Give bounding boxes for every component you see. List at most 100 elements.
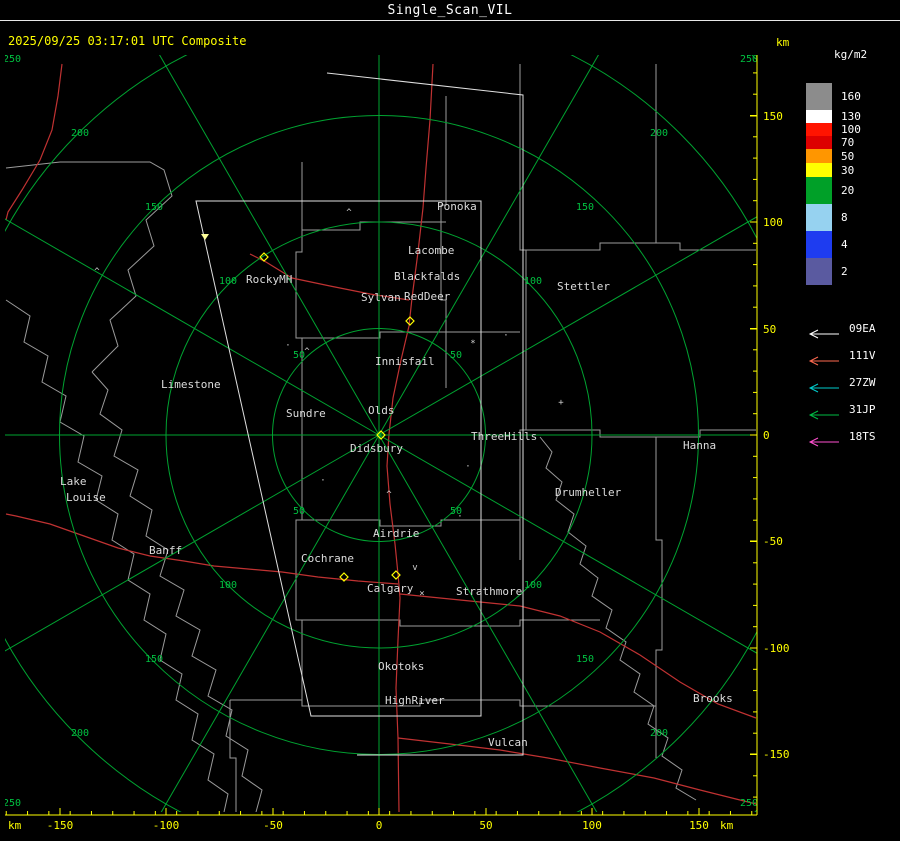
range-label: 250	[3, 54, 21, 65]
colorbar-swatch	[806, 149, 832, 163]
colorbar-swatch	[806, 123, 832, 136]
colorbar-row: 70	[806, 136, 900, 149]
bottom-axis-label: -100	[153, 819, 180, 832]
colorbar-value: 2	[841, 265, 848, 278]
county-boundary	[302, 619, 600, 627]
range-label: 200	[650, 728, 668, 739]
county-boundary	[302, 221, 446, 231]
city-label: Innisfail	[375, 355, 435, 368]
city-label: HighRiver	[385, 694, 445, 707]
radar-site-id: 18TS	[849, 430, 876, 443]
radar-map: 250 200 150 100 50 250 200 150 100 50 250 200 150 100…	[3, 54, 790, 832]
range-label: 250	[3, 798, 21, 809]
city-label: Sundre	[286, 407, 326, 420]
colorbar-row: 2	[806, 258, 900, 285]
range-label: 100	[524, 580, 542, 591]
highway	[5, 63, 63, 221]
grid-spoke	[378, 55, 599, 436]
radar-site-id: 111V	[849, 349, 876, 362]
right-axis-label: -50	[763, 535, 783, 548]
colorbar-row: 130	[806, 110, 900, 123]
city-label: Limestone	[161, 378, 221, 391]
city-label: Vulcan	[488, 736, 528, 749]
county-boundary	[440, 96, 447, 388]
city-label: Drumheller	[555, 486, 622, 499]
bottom-axis-label: 150	[689, 819, 709, 832]
grid-spoke	[159, 55, 380, 436]
minor-town-marker: ×	[419, 589, 424, 599]
right-axis-label: 50	[763, 323, 776, 336]
right-axis-label: 150	[763, 110, 783, 123]
city-label: Okotoks	[378, 660, 424, 673]
range-label: 250	[740, 54, 758, 65]
colorbar-row: 50	[806, 149, 900, 163]
city-label: Didsbury	[350, 442, 403, 455]
city-label: Banff	[149, 544, 182, 557]
colorbar-swatch	[806, 83, 832, 110]
vil-colorbar: 160 130 100 70 50 30 20 8 4 2	[806, 83, 900, 285]
bottom-axis-unit-left: km	[8, 819, 22, 832]
range-label: 150	[145, 654, 163, 665]
radar-site-arrow-icon	[806, 351, 842, 365]
city-label: Hanna	[683, 439, 716, 452]
city-label: Blackfalds	[394, 270, 460, 283]
minor-town-marker: ^	[346, 208, 352, 218]
sidebar: kg/m2 160 130 100 70 50 30 20 8 4 2 09EA 111V 27ZW 3…	[806, 48, 900, 450]
radar-site-arrow-icon	[806, 378, 842, 392]
city-label: Brooks	[693, 692, 733, 705]
colorbar-swatch	[806, 110, 832, 123]
city-label: Olds	[368, 404, 395, 417]
minor-town-marker: +	[558, 398, 564, 408]
colorbar-value: 70	[841, 136, 855, 149]
minor-town-marker: ·	[320, 476, 325, 486]
city-label: Lake	[60, 475, 87, 488]
bottom-axis-label: -50	[263, 819, 283, 832]
city-label: Lacombe	[408, 244, 454, 257]
right-axis-label: -100	[763, 642, 790, 655]
range-label: 50	[293, 506, 305, 517]
city-label: Sylvan	[361, 291, 401, 304]
grid-spoke	[160, 434, 380, 812]
range-ring-250	[5, 55, 757, 812]
city-label: RedDeer	[404, 290, 451, 303]
range-label: 100	[219, 276, 237, 287]
colorbar-value: 50	[841, 149, 855, 163]
county-boundary	[526, 429, 756, 438]
radar-app-window: Single_Scan_VIL 2025/09/25 03:17:01 UTC …	[0, 0, 900, 841]
radar-site-arrow-icon	[806, 432, 842, 446]
highway	[397, 737, 757, 805]
city-label: Airdrie	[373, 527, 419, 540]
colorbar-row: 100	[806, 123, 900, 136]
range-label: 250	[740, 798, 758, 809]
map-layers: 250 200 150 100 50 250 200 150 100 50 250 200 150 100…	[3, 54, 758, 812]
right-axis-label: 100	[763, 216, 783, 229]
radar-site-row: 111V	[806, 342, 900, 369]
right-axis-label: 0	[763, 429, 770, 442]
direction-arrow-marker	[201, 234, 209, 240]
radar-site-id: 27ZW	[849, 376, 876, 389]
range-label: 150	[145, 202, 163, 213]
radar-site-row: 18TS	[806, 423, 900, 450]
city-label: Strathmore	[456, 585, 522, 598]
minor-town-marker: ^	[304, 347, 310, 357]
radar-site-row: 27ZW	[806, 369, 900, 396]
minor-town-marker: ·	[503, 331, 508, 341]
minor-town-marker: ·	[457, 512, 462, 522]
highway	[5, 513, 399, 585]
range-label: 200	[71, 728, 89, 739]
colorbar-row: 4	[806, 231, 900, 258]
city-label: Ponoka	[437, 200, 477, 213]
range-label: 100	[219, 580, 237, 591]
colorbar-swatch	[806, 258, 832, 285]
minor-town-marker: ^	[386, 490, 392, 500]
radar-site-arrow-icon	[806, 405, 842, 419]
range-label: 150	[576, 202, 594, 213]
colorbar-value: 130	[841, 110, 861, 123]
colorbar-value: 30	[841, 163, 855, 177]
minor-town-marker: v	[412, 563, 417, 573]
bottom-axis-label: -150	[47, 819, 74, 832]
city-label: ThreeHills	[471, 430, 537, 443]
colorbar-value: 20	[841, 184, 855, 197]
radar-site-arrow-icon	[806, 324, 842, 338]
colorbar-swatch	[806, 136, 832, 149]
